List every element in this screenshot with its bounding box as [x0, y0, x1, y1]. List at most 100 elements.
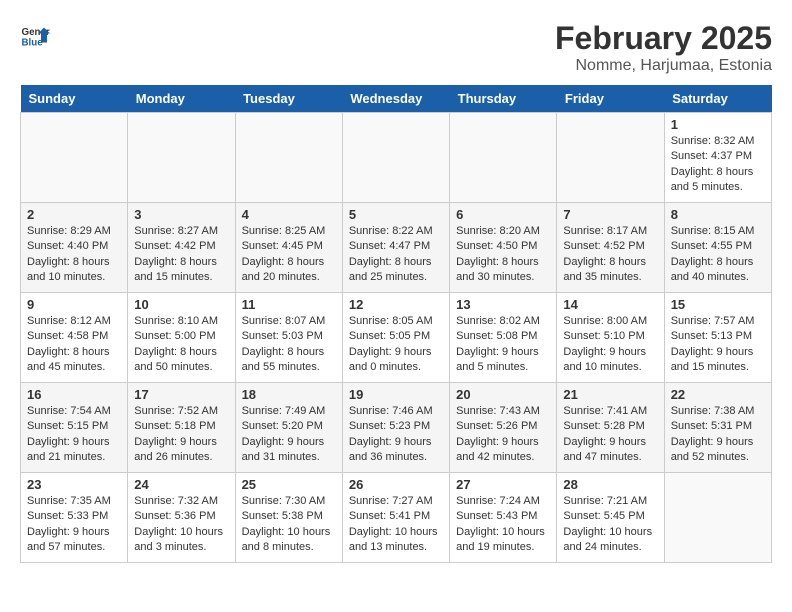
day-number: 12	[349, 297, 443, 312]
table-row: 18 Sunrise: 7:49 AM Sunset: 5:20 PM Dayli…	[235, 383, 342, 473]
day-info: Sunrise: 7:43 AM Sunset: 5:26 PM Dayligh…	[456, 404, 550, 466]
table-row: 25 Sunrise: 7:30 AM Sunset: 5:38 PM Dayli…	[235, 473, 342, 563]
table-row: 23 Sunrise: 7:35 AM Sunset: 5:33 PM Dayli…	[21, 473, 128, 563]
table-row: 27 Sunrise: 7:24 AM Sunset: 5:43 PM Dayli…	[450, 473, 557, 563]
title-block: February 2025 Nomme, Harjumaa, Estonia	[555, 20, 772, 75]
table-row: 13 Sunrise: 8:02 AM Sunset: 5:08 PM Dayli…	[450, 293, 557, 383]
logo: General Blue	[20, 20, 50, 50]
day-info: Sunrise: 7:52 AM Sunset: 5:18 PM Dayligh…	[134, 404, 228, 466]
table-row: 21 Sunrise: 7:41 AM Sunset: 5:28 PM Dayli…	[557, 383, 664, 473]
calendar-week-row: 9 Sunrise: 8:12 AM Sunset: 4:58 PM Daylig…	[21, 293, 772, 383]
day-number: 2	[27, 207, 121, 222]
day-number: 20	[456, 387, 550, 402]
day-info: Sunrise: 7:35 AM Sunset: 5:33 PM Dayligh…	[27, 494, 121, 556]
calendar-week-row: 2 Sunrise: 8:29 AM Sunset: 4:40 PM Daylig…	[21, 203, 772, 293]
day-info: Sunrise: 8:12 AM Sunset: 4:58 PM Dayligh…	[27, 314, 121, 376]
table-row	[21, 113, 128, 203]
day-info: Sunrise: 7:38 AM Sunset: 5:31 PM Dayligh…	[671, 404, 765, 466]
day-number: 7	[563, 207, 657, 222]
day-number: 19	[349, 387, 443, 402]
day-info: Sunrise: 8:07 AM Sunset: 5:03 PM Dayligh…	[242, 314, 336, 376]
day-number: 18	[242, 387, 336, 402]
table-row	[235, 113, 342, 203]
table-row	[342, 113, 449, 203]
day-number: 23	[27, 477, 121, 492]
day-number: 11	[242, 297, 336, 312]
day-number: 28	[563, 477, 657, 492]
day-info: Sunrise: 8:17 AM Sunset: 4:52 PM Dayligh…	[563, 224, 657, 286]
col-wednesday: Wednesday	[342, 85, 449, 113]
table-row: 24 Sunrise: 7:32 AM Sunset: 5:36 PM Dayli…	[128, 473, 235, 563]
table-row: 15Sunrise: 7:57 AM Sunset: 5:13 PM Dayli…	[664, 293, 771, 383]
table-row	[450, 113, 557, 203]
table-row: 12Sunrise: 8:05 AM Sunset: 5:05 PM Dayli…	[342, 293, 449, 383]
table-row: 28 Sunrise: 7:21 AM Sunset: 5:45 PM Dayli…	[557, 473, 664, 563]
table-row: 1 Sunrise: 8:32 AM Sunset: 4:37 PM Daylig…	[664, 113, 771, 203]
day-info: Sunrise: 8:00 AM Sunset: 5:10 PM Dayligh…	[563, 314, 657, 376]
col-friday: Friday	[557, 85, 664, 113]
day-number: 15	[671, 297, 765, 312]
svg-text:Blue: Blue	[22, 38, 44, 49]
table-row: 10 Sunrise: 8:10 AM Sunset: 5:00 PM Dayli…	[128, 293, 235, 383]
day-info: Sunrise: 8:22 AM Sunset: 4:47 PM Dayligh…	[349, 224, 443, 286]
day-number: 16	[27, 387, 121, 402]
col-saturday: Saturday	[664, 85, 771, 113]
day-info: Sunrise: 7:41 AM Sunset: 5:28 PM Dayligh…	[563, 404, 657, 466]
day-info: Sunrise: 7:30 AM Sunset: 5:38 PM Dayligh…	[242, 494, 336, 556]
table-row: 14 Sunrise: 8:00 AM Sunset: 5:10 PM Dayli…	[557, 293, 664, 383]
calendar-week-row: 1 Sunrise: 8:32 AM Sunset: 4:37 PM Daylig…	[21, 113, 772, 203]
col-thursday: Thursday	[450, 85, 557, 113]
day-info: Sunrise: 8:20 AM Sunset: 4:50 PM Dayligh…	[456, 224, 550, 286]
table-row: 3Sunrise: 8:27 AM Sunset: 4:42 PM Daylig…	[128, 203, 235, 293]
table-row: 22 Sunrise: 7:38 AM Sunset: 5:31 PM Dayli…	[664, 383, 771, 473]
table-row: 6 Sunrise: 8:20 AM Sunset: 4:50 PM Daylig…	[450, 203, 557, 293]
table-row	[557, 113, 664, 203]
calendar-table: Sunday Monday Tuesday Wednesday Thursday…	[20, 85, 772, 563]
calendar-week-row: 23 Sunrise: 7:35 AM Sunset: 5:33 PM Dayli…	[21, 473, 772, 563]
day-info: Sunrise: 7:32 AM Sunset: 5:36 PM Dayligh…	[134, 494, 228, 556]
table-row	[664, 473, 771, 563]
day-number: 22	[671, 387, 765, 402]
table-row: 7 Sunrise: 8:17 AM Sunset: 4:52 PM Daylig…	[557, 203, 664, 293]
day-info: Sunrise: 8:10 AM Sunset: 5:00 PM Dayligh…	[134, 314, 228, 376]
day-number: 5	[349, 207, 443, 222]
calendar-week-row: 16 Sunrise: 7:54 AM Sunset: 5:15 PM Dayli…	[21, 383, 772, 473]
day-number: 13	[456, 297, 550, 312]
col-sunday: Sunday	[21, 85, 128, 113]
calendar-header-row: Sunday Monday Tuesday Wednesday Thursday…	[21, 85, 772, 113]
day-info: Sunrise: 7:54 AM Sunset: 5:15 PM Dayligh…	[27, 404, 121, 466]
day-number: 21	[563, 387, 657, 402]
table-row: 9 Sunrise: 8:12 AM Sunset: 4:58 PM Daylig…	[21, 293, 128, 383]
day-info: Sunrise: 7:27 AM Sunset: 5:41 PM Dayligh…	[349, 494, 443, 556]
col-tuesday: Tuesday	[235, 85, 342, 113]
table-row: 26 Sunrise: 7:27 AM Sunset: 5:41 PM Dayli…	[342, 473, 449, 563]
day-number: 8	[671, 207, 765, 222]
day-number: 10	[134, 297, 228, 312]
day-number: 1	[671, 117, 765, 132]
day-info: Sunrise: 8:15 AM Sunset: 4:55 PM Dayligh…	[671, 224, 765, 286]
day-number: 3	[134, 207, 228, 222]
day-number: 26	[349, 477, 443, 492]
day-info: Sunrise: 7:24 AM Sunset: 5:43 PM Dayligh…	[456, 494, 550, 556]
table-row: 11 Sunrise: 8:07 AM Sunset: 5:03 PM Dayli…	[235, 293, 342, 383]
day-number: 9	[27, 297, 121, 312]
table-row	[128, 113, 235, 203]
table-row: 2 Sunrise: 8:29 AM Sunset: 4:40 PM Daylig…	[21, 203, 128, 293]
day-info: Sunrise: 8:32 AM Sunset: 4:37 PM Dayligh…	[671, 134, 765, 196]
day-number: 25	[242, 477, 336, 492]
day-info: Sunrise: 8:25 AM Sunset: 4:45 PM Dayligh…	[242, 224, 336, 286]
day-number: 27	[456, 477, 550, 492]
table-row: 5 Sunrise: 8:22 AM Sunset: 4:47 PM Daylig…	[342, 203, 449, 293]
day-info: Sunrise: 8:02 AM Sunset: 5:08 PM Dayligh…	[456, 314, 550, 376]
page-header: General Blue February 2025 Nomme, Harjum…	[20, 20, 772, 75]
day-info: Sunrise: 7:21 AM Sunset: 5:45 PM Dayligh…	[563, 494, 657, 556]
day-info: Sunrise: 7:49 AM Sunset: 5:20 PM Dayligh…	[242, 404, 336, 466]
calendar-subtitle: Nomme, Harjumaa, Estonia	[555, 57, 772, 75]
table-row: 8 Sunrise: 8:15 AM Sunset: 4:55 PM Daylig…	[664, 203, 771, 293]
day-info: Sunrise: 8:29 AM Sunset: 4:40 PM Dayligh…	[27, 224, 121, 286]
day-number: 4	[242, 207, 336, 222]
day-number: 14	[563, 297, 657, 312]
day-number: 6	[456, 207, 550, 222]
table-row: 20 Sunrise: 7:43 AM Sunset: 5:26 PM Dayli…	[450, 383, 557, 473]
day-number: 24	[134, 477, 228, 492]
